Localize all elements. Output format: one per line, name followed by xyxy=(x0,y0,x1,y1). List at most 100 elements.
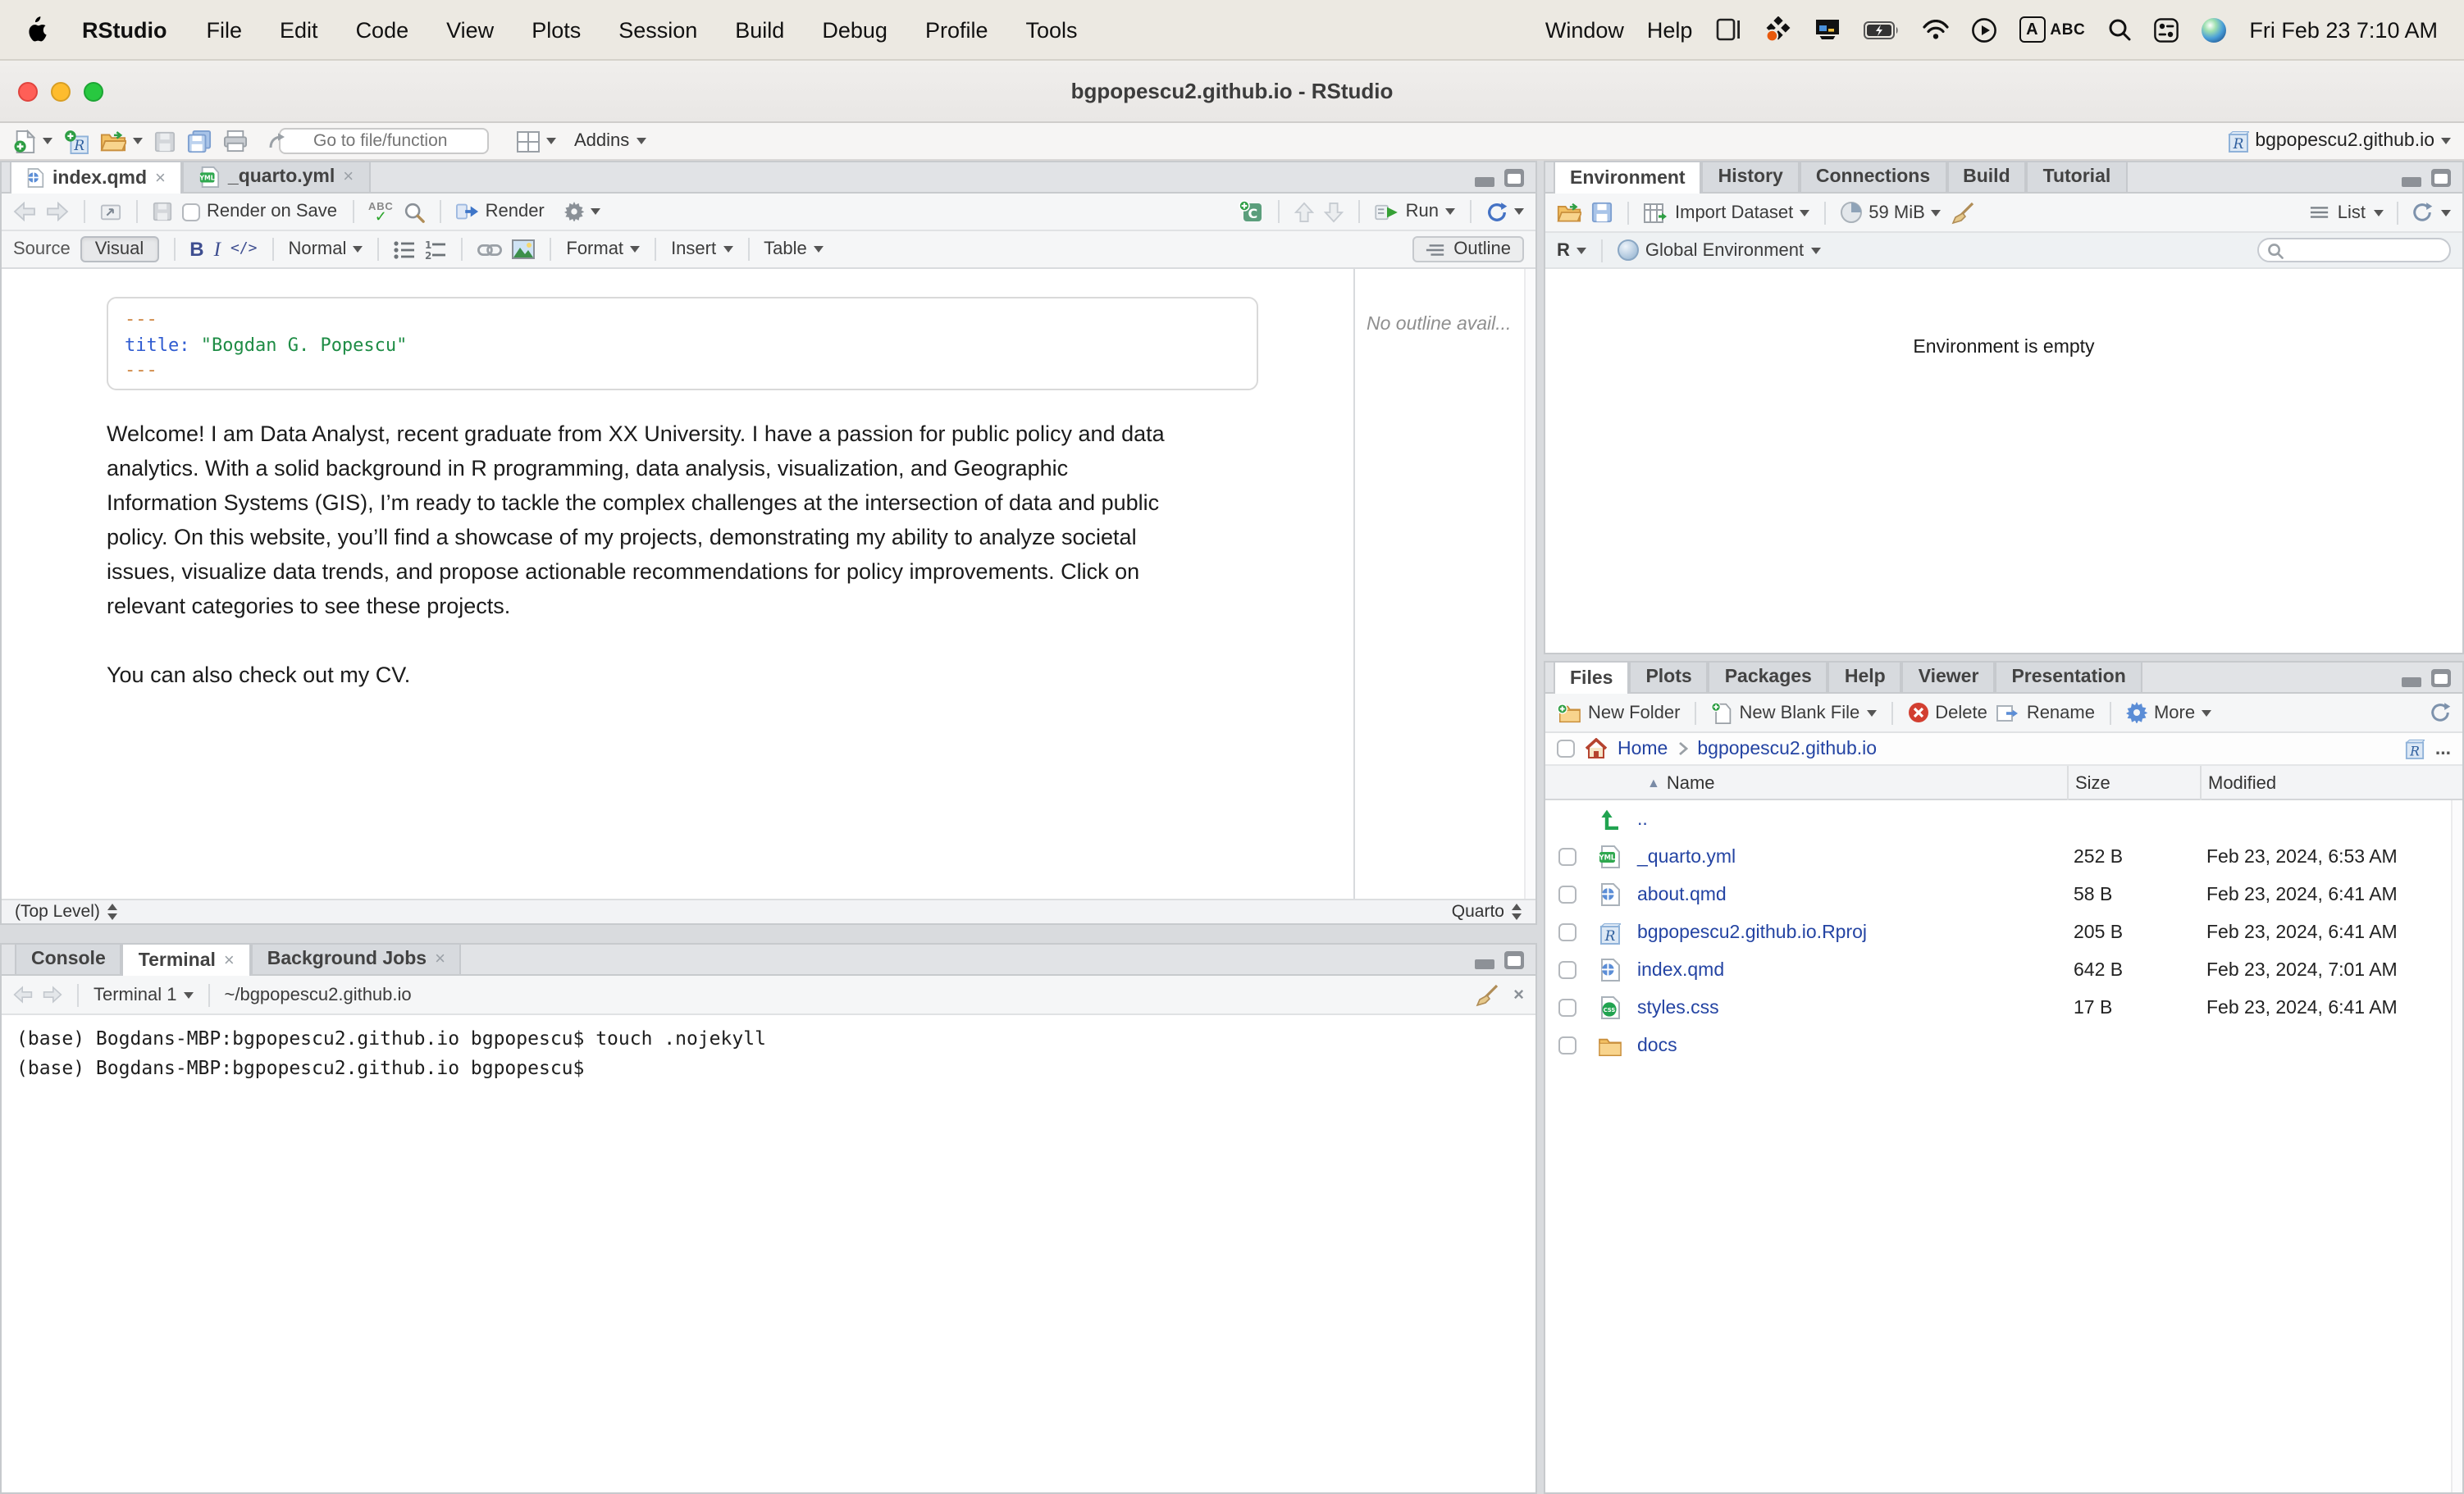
tab-presentation[interactable]: Presentation xyxy=(1995,661,2142,692)
environment-search-input[interactable] xyxy=(2288,239,2436,261)
code-button[interactable]: </> xyxy=(230,241,258,257)
file-link[interactable]: _quarto.yml xyxy=(1631,847,2067,867)
minimize-pane-icon[interactable] xyxy=(1475,177,1494,187)
close-terminal-icon[interactable]: × xyxy=(1513,985,1524,1004)
save-document-icon[interactable] xyxy=(153,202,172,221)
tab-tutorial[interactable]: Tutorial xyxy=(2027,161,2128,192)
more-file-actions-button[interactable]: More xyxy=(2126,702,2211,723)
breadcrumb-home-link[interactable]: Home xyxy=(1618,739,1668,758)
minimize-pane-icon[interactable] xyxy=(1475,959,1494,969)
project-selector[interactable]: R bgpopescu2.github.io xyxy=(2227,130,2451,153)
battery-icon[interactable] xyxy=(1863,20,1899,39)
yaml-metadata-block[interactable]: --- title: "Bogdan G. Popescu" --- xyxy=(107,297,1258,390)
close-tab-icon[interactable]: × xyxy=(343,167,354,187)
folder-link[interactable]: docs xyxy=(1631,1036,2067,1055)
close-tab-icon[interactable]: × xyxy=(435,950,445,969)
editor-scrollbar-gutter[interactable] xyxy=(1524,269,1535,899)
file-link[interactable]: bgpopescu2.github.io.Rproj xyxy=(1631,922,2067,942)
maximize-pane-icon[interactable] xyxy=(2431,669,2451,687)
dropbox-status-icon[interactable] xyxy=(1764,16,1791,43)
new-project-button[interactable]: R xyxy=(64,129,89,153)
clear-terminal-icon[interactable] xyxy=(1474,983,1499,1006)
save-workspace-icon[interactable] xyxy=(1591,202,1613,223)
tab-environment[interactable]: Environment xyxy=(1554,161,1702,194)
tab-help[interactable]: Help xyxy=(1828,661,1902,692)
back-icon[interactable] xyxy=(13,202,36,221)
menubar-clock[interactable]: Fri Feb 23 7:10 AM xyxy=(2249,17,2438,42)
play-status-icon[interactable] xyxy=(1971,17,1996,42)
insert-chunk-icon[interactable]: C xyxy=(1239,200,1263,223)
maximize-pane-icon[interactable] xyxy=(1504,169,1524,187)
tab-index-qmd[interactable]: index.qmd × xyxy=(10,161,182,194)
insert-image-icon[interactable] xyxy=(512,239,535,259)
column-header-modified[interactable]: Modified xyxy=(2200,766,2462,800)
render-on-save-toggle[interactable]: Render on Save xyxy=(182,202,337,221)
open-in-new-window-icon[interactable] xyxy=(100,202,121,221)
menu-tools[interactable]: Tools xyxy=(1025,17,1077,42)
close-tab-icon[interactable]: × xyxy=(155,168,166,188)
environment-scope-selector[interactable]: Global Environment xyxy=(1618,239,1820,261)
menu-plots[interactable]: Plots xyxy=(532,17,581,42)
file-link[interactable]: index.qmd xyxy=(1631,960,2067,980)
menu-app-name[interactable]: RStudio xyxy=(82,17,167,42)
scope-selector[interactable]: (Top Level) xyxy=(15,902,100,922)
import-dataset-button[interactable]: Import Dataset xyxy=(1644,203,1809,222)
sidecar-display-icon[interactable] xyxy=(1715,18,1741,41)
source-mode-button[interactable]: Source xyxy=(13,239,71,259)
find-replace-icon[interactable] xyxy=(404,201,425,222)
terminal-back-icon[interactable] xyxy=(13,986,33,1004)
terminal-output[interactable]: (base) Bogdans-MBP:bgpopescu2.github.io … xyxy=(2,1015,1535,1492)
menu-code[interactable]: Code xyxy=(356,17,409,42)
menu-file[interactable]: File xyxy=(207,17,243,42)
visual-editor-surface[interactable]: --- title: "Bogdan G. Popescu" --- Welco… xyxy=(2,269,1353,899)
outline-toggle-button[interactable]: Outline xyxy=(1412,236,1524,262)
save-button-disabled[interactable] xyxy=(154,130,176,152)
refresh-environment-icon[interactable] xyxy=(2412,202,2433,223)
menu-debug[interactable]: Debug xyxy=(822,17,887,42)
go-next-section-icon[interactable] xyxy=(1324,201,1344,222)
delete-file-button[interactable]: Delete xyxy=(1907,702,1987,723)
insert-link-icon[interactable] xyxy=(477,242,502,257)
italic-button[interactable]: I xyxy=(214,237,221,262)
wifi-icon[interactable] xyxy=(1922,20,1948,39)
bullet-list-icon[interactable] xyxy=(394,240,415,258)
forward-icon[interactable] xyxy=(46,202,69,221)
doc-type-selector[interactable]: Quarto xyxy=(1452,902,1504,922)
render-on-save-checkbox[interactable] xyxy=(182,203,200,221)
files-scrollbar-gutter[interactable] xyxy=(2451,800,2462,1492)
menu-view[interactable]: View xyxy=(446,17,494,42)
column-header-name[interactable]: ▲ Name xyxy=(1631,766,2067,800)
close-tab-icon[interactable]: × xyxy=(224,950,235,970)
load-workspace-icon[interactable] xyxy=(1557,202,1581,223)
minimize-pane-icon[interactable] xyxy=(2402,677,2421,687)
file-link[interactable]: about.qmd xyxy=(1631,885,2067,904)
clear-environment-icon[interactable] xyxy=(1951,201,1976,224)
file-row[interactable]: about.qmd 58 B Feb 23, 2024, 6:41 AM xyxy=(1545,876,2462,913)
new-blank-file-button[interactable]: New Blank File xyxy=(1712,701,1877,724)
menu-window[interactable]: Window xyxy=(1545,17,1624,42)
file-row[interactable]: CSS styles.css 17 B Feb 23, 2024, 6:41 A… xyxy=(1545,989,2462,1027)
menu-build[interactable]: Build xyxy=(735,17,784,42)
go-previous-section-icon[interactable] xyxy=(1294,201,1314,222)
file-checkbox[interactable] xyxy=(1558,1036,1576,1054)
tab-files[interactable]: Files xyxy=(1554,661,1629,694)
input-source-menu[interactable]: A ABC xyxy=(2019,16,2085,43)
tab-connections[interactable]: Connections xyxy=(1800,161,1946,192)
bold-button[interactable]: B xyxy=(189,238,203,261)
maximize-pane-icon[interactable] xyxy=(1504,951,1524,969)
file-row[interactable]: YML _quarto.yml 252 B Feb 23, 2024, 6:53… xyxy=(1545,838,2462,876)
maximize-pane-icon[interactable] xyxy=(2431,169,2451,187)
file-row[interactable]: docs xyxy=(1545,1027,2462,1064)
tab-background-jobs[interactable]: Background Jobs × xyxy=(251,943,462,974)
breadcrumb-more-button[interactable]: ... xyxy=(2435,739,2451,758)
select-all-checkbox[interactable] xyxy=(1557,740,1575,758)
file-checkbox[interactable] xyxy=(1558,886,1576,904)
terminal-forward-icon[interactable] xyxy=(43,986,62,1004)
terminal-selector[interactable]: Terminal 1 xyxy=(94,985,194,1004)
paragraph-style-select[interactable]: Normal xyxy=(288,239,363,259)
goto-file-input[interactable] xyxy=(279,128,489,154)
language-selector[interactable]: R xyxy=(1557,240,1586,260)
column-header-size[interactable]: Size xyxy=(2067,766,2200,800)
apple-menu-icon[interactable] xyxy=(26,16,49,43)
table-menu[interactable]: Table xyxy=(764,239,824,259)
